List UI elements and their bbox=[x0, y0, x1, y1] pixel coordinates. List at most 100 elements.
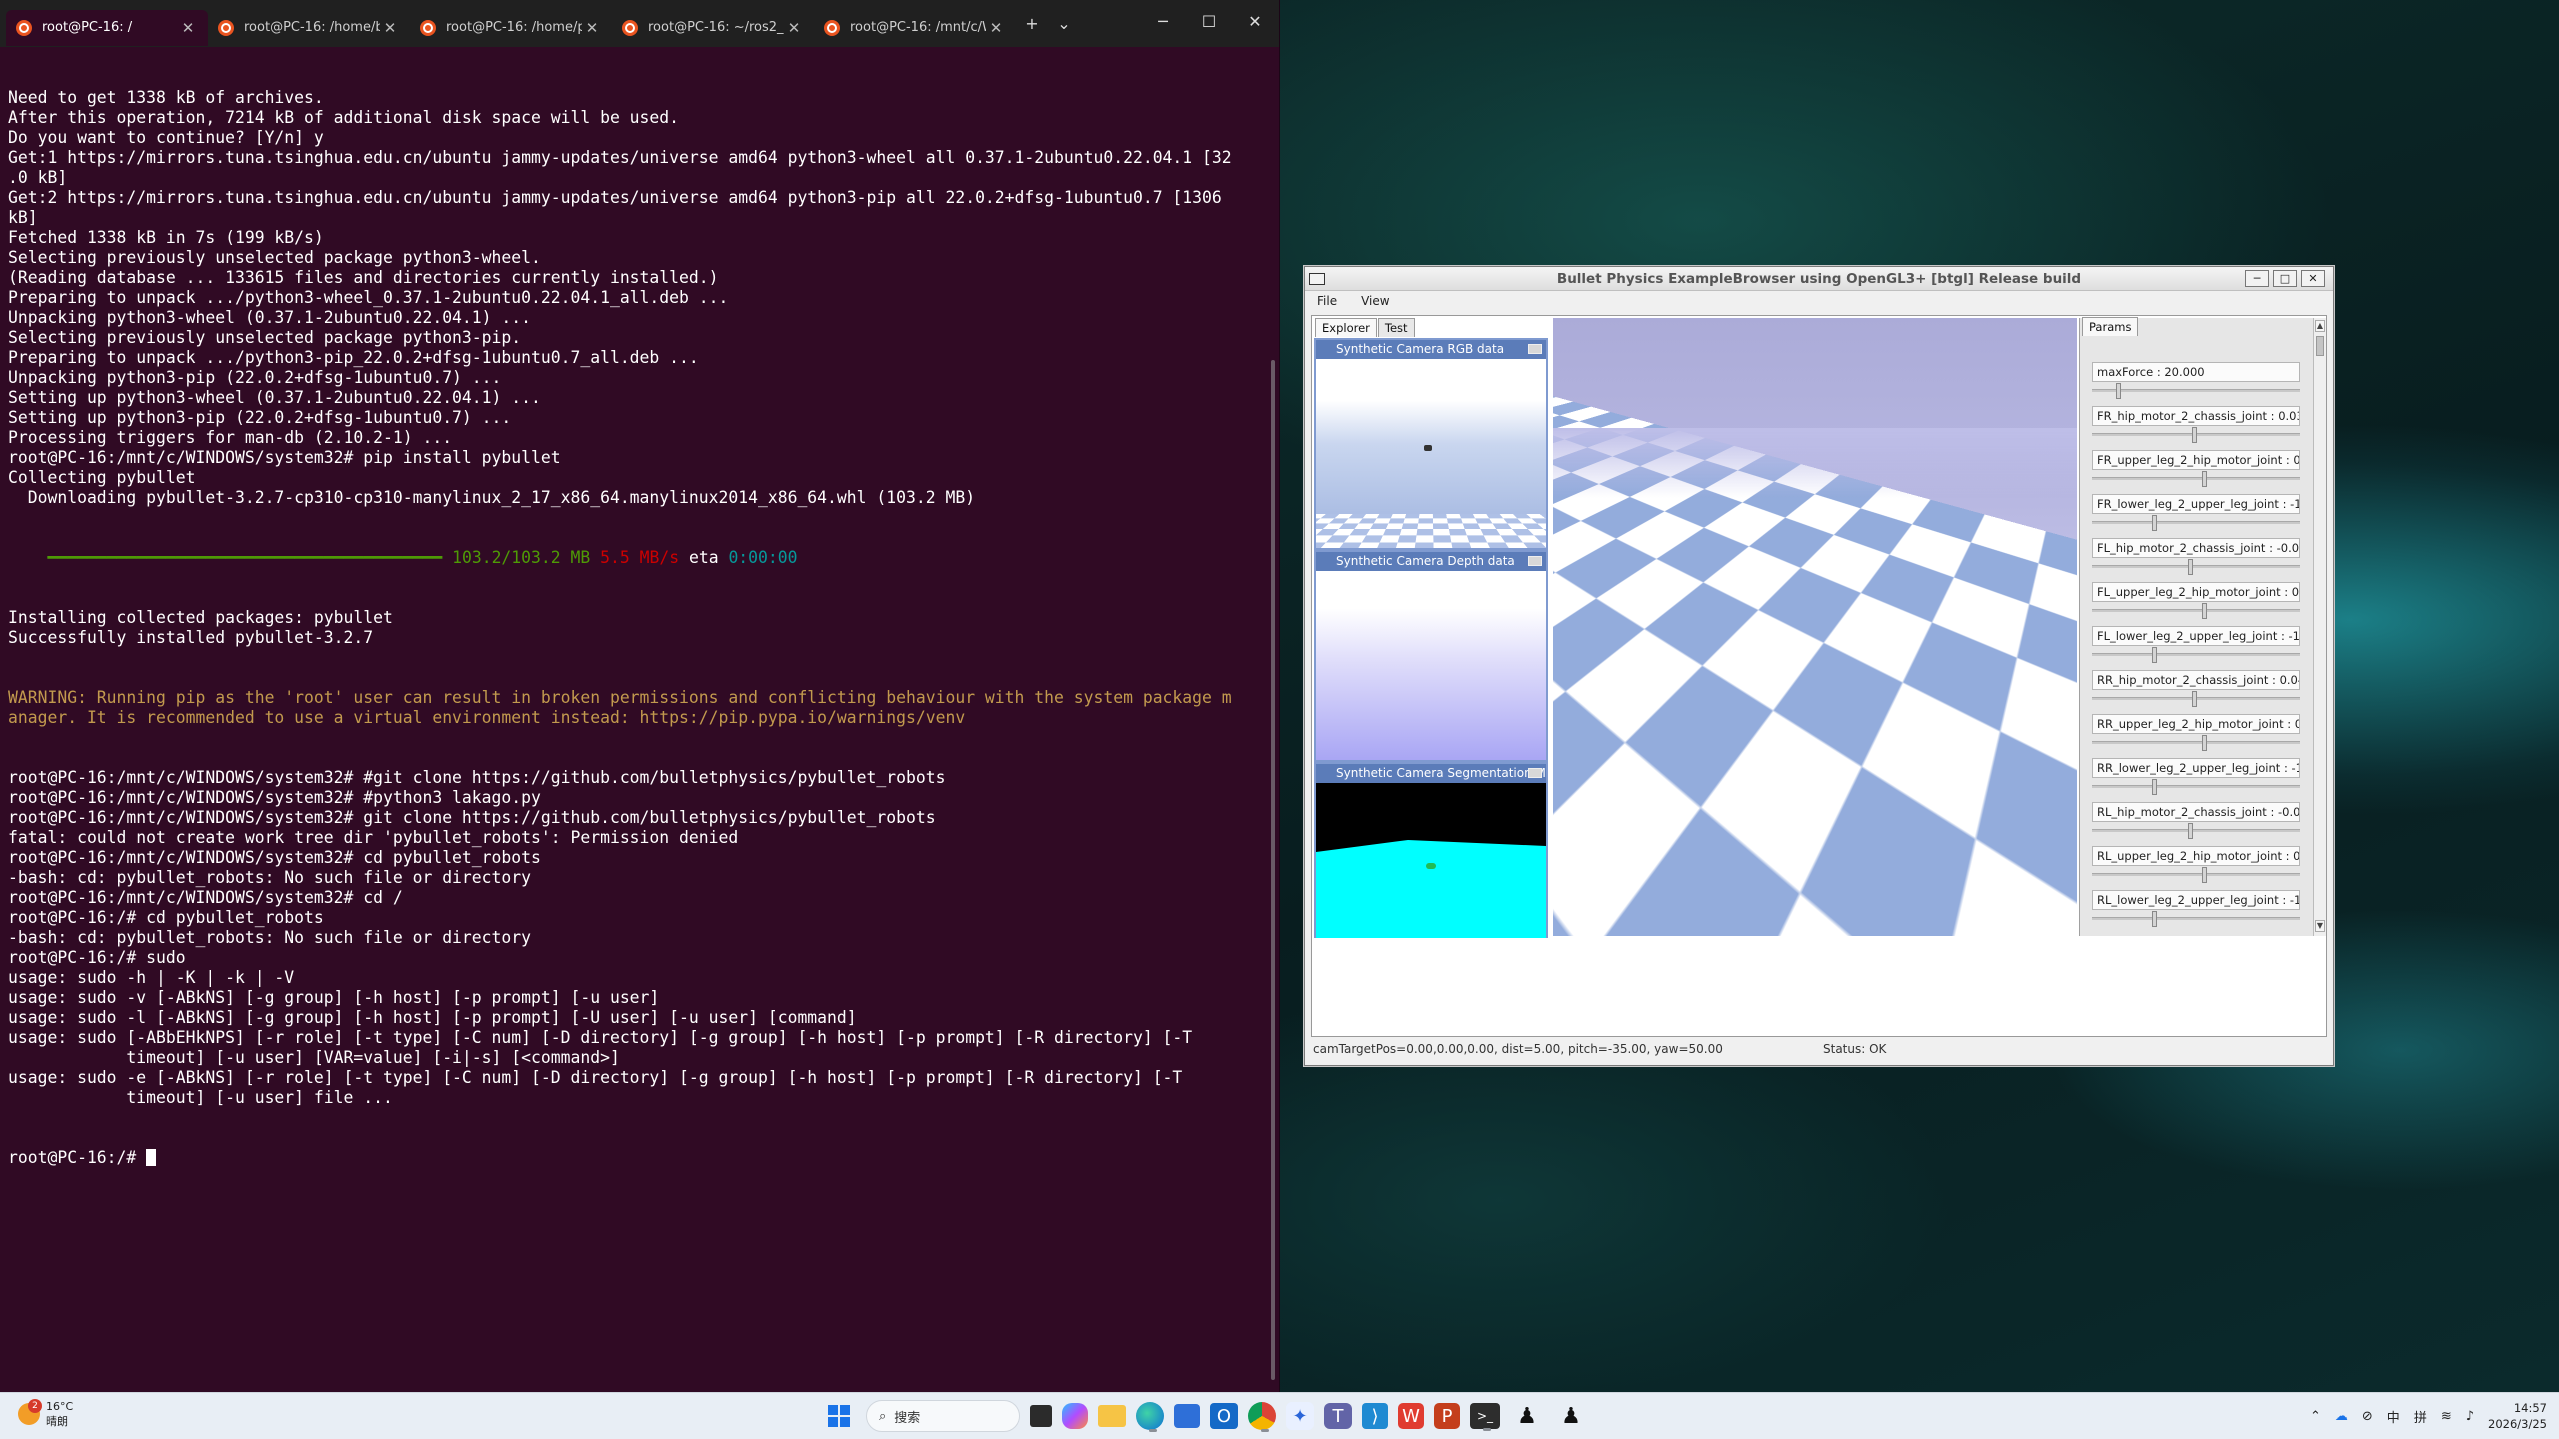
param-slider[interactable] bbox=[2092, 691, 2300, 707]
minimize-panel-icon[interactable] bbox=[1528, 768, 1542, 778]
bullet-titlebar[interactable]: Bullet Physics ExampleBrowser using Open… bbox=[1305, 267, 2333, 291]
gl-client-area[interactable]: Explorer Test Synthetic Camera RGB data … bbox=[1311, 315, 2327, 1037]
output-line: usage: sudo -e [-ABkNS] [-r role] [-t ty… bbox=[8, 1068, 1183, 1087]
slider-knob[interactable] bbox=[2152, 911, 2157, 927]
terminal-scrollbar[interactable] bbox=[1271, 360, 1275, 1380]
menu-file[interactable]: File bbox=[1317, 294, 1337, 308]
wifi-icon[interactable]: ≋ bbox=[2441, 1409, 2452, 1424]
chrome-icon[interactable] bbox=[1248, 1402, 1276, 1432]
minimize-button[interactable]: ─ bbox=[2245, 270, 2269, 287]
maximize-button[interactable]: ☐ bbox=[1186, 0, 1232, 42]
wps-icon[interactable]: W bbox=[1398, 1403, 1424, 1429]
slider-knob[interactable] bbox=[2188, 559, 2193, 575]
slider-knob[interactable] bbox=[2202, 603, 2207, 619]
camera-depth-panel[interactable]: Synthetic Camera Depth data bbox=[1314, 550, 1548, 762]
slider-knob[interactable] bbox=[2116, 383, 2121, 399]
terminal-tab[interactable]: root@PC-16: /home/bul ✕ bbox=[208, 10, 410, 46]
slider-knob[interactable] bbox=[2188, 823, 2193, 839]
outlook-icon[interactable]: O bbox=[1210, 1403, 1238, 1429]
close-tab-icon[interactable]: ✕ bbox=[986, 19, 1006, 37]
param-slider[interactable] bbox=[2092, 383, 2300, 399]
param-slider[interactable] bbox=[2092, 867, 2300, 883]
param-slider[interactable] bbox=[2092, 823, 2300, 839]
tab-dropdown-button[interactable]: ⌄ bbox=[1048, 14, 1080, 33]
param-slider[interactable] bbox=[2092, 559, 2300, 575]
ime-pinyin[interactable]: 拼 bbox=[2414, 1407, 2427, 1426]
3d-viewport[interactable] bbox=[1553, 318, 2077, 936]
param-slider[interactable] bbox=[2092, 603, 2300, 619]
param-slider[interactable] bbox=[2092, 427, 2300, 443]
params-scrollbar[interactable]: ▲ ▼ bbox=[2313, 318, 2326, 936]
weather-widget[interactable]: 2 16°C 晴朗 bbox=[18, 1399, 73, 1429]
app-icon[interactable]: ✦ bbox=[1286, 1402, 1314, 1430]
terminal-tab[interactable]: root@PC-16: / ✕ bbox=[6, 9, 208, 46]
ime-mode[interactable]: 中 bbox=[2387, 1407, 2400, 1426]
output-line: usage: sudo -v [-ABkNS] [-g group] [-h h… bbox=[8, 988, 660, 1007]
start-icon[interactable] bbox=[822, 1399, 856, 1433]
tab-explorer[interactable]: Explorer bbox=[1315, 318, 1377, 337]
param-slider[interactable] bbox=[2092, 647, 2300, 663]
param-slider[interactable] bbox=[2092, 779, 2300, 795]
taskbar-search[interactable]: ⌕ 搜索 bbox=[866, 1400, 1020, 1432]
slider-knob[interactable] bbox=[2202, 735, 2207, 751]
terminal-tab[interactable]: root@PC-16: /mnt/c/WI ✕ bbox=[814, 10, 1016, 46]
task-view-icon[interactable] bbox=[1030, 1405, 1052, 1427]
volume-icon[interactable]: ♪ bbox=[2466, 1409, 2474, 1424]
scroll-up-icon[interactable]: ▲ bbox=[2315, 320, 2325, 332]
slider-knob[interactable] bbox=[2152, 515, 2157, 531]
close-tab-icon[interactable]: ✕ bbox=[178, 19, 198, 37]
cloud-icon[interactable]: ☁ bbox=[2335, 1409, 2348, 1424]
tab-test[interactable]: Test bbox=[1377, 318, 1415, 337]
chevron-up-icon[interactable]: ⌃ bbox=[2310, 1409, 2321, 1424]
minimize-panel-icon[interactable] bbox=[1528, 344, 1542, 354]
prompt-line[interactable]: root@PC-16:/# bbox=[8, 1148, 1259, 1168]
params-panel[interactable]: Params maxForce : 20.000 FR_hip_motor_2_c… bbox=[2079, 317, 2326, 936]
terminal-tab[interactable]: root@PC-16: ~/ros2_ws ✕ bbox=[612, 10, 814, 46]
powerpoint-icon[interactable]: P bbox=[1434, 1403, 1460, 1429]
minimize-panel-icon[interactable] bbox=[1528, 556, 1542, 566]
close-button[interactable]: ✕ bbox=[2301, 270, 2325, 287]
close-tab-icon[interactable]: ✕ bbox=[380, 19, 400, 37]
slider-knob[interactable] bbox=[2152, 647, 2157, 663]
close-tab-icon[interactable]: ✕ bbox=[784, 19, 804, 37]
clock[interactable]: 14:57 2026/3/25 bbox=[2488, 1400, 2547, 1432]
vscode-icon[interactable]: ⟩ bbox=[1362, 1403, 1388, 1429]
output-block: Installing collected packages: pybullet S… bbox=[8, 608, 1259, 648]
notification-badge: 2 bbox=[28, 1399, 42, 1413]
slider-knob[interactable] bbox=[2202, 471, 2207, 487]
tab-params[interactable]: Params bbox=[2082, 317, 2139, 336]
param-slider[interactable] bbox=[2092, 515, 2300, 531]
output-line: Fetched 1338 kB in 7s (199 kB/s) bbox=[8, 228, 324, 247]
scroll-down-icon[interactable]: ▼ bbox=[2315, 920, 2325, 932]
file-explorer-icon[interactable] bbox=[1098, 1405, 1126, 1427]
slider-knob[interactable] bbox=[2202, 867, 2207, 883]
param-slider[interactable] bbox=[2092, 735, 2300, 751]
slider-knob[interactable] bbox=[2192, 427, 2197, 443]
new-tab-button[interactable]: + bbox=[1016, 14, 1048, 33]
slider-knob[interactable] bbox=[2192, 691, 2197, 707]
store-icon[interactable] bbox=[1174, 1404, 1200, 1428]
terminal-output[interactable]: Need to get 1338 kB of archives. After th… bbox=[8, 48, 1259, 1352]
menu-view[interactable]: View bbox=[1361, 294, 1389, 308]
teams-icon[interactable]: T bbox=[1324, 1403, 1352, 1429]
network-off-icon[interactable]: ⊘ bbox=[2362, 1409, 2373, 1424]
slider-knob[interactable] bbox=[2152, 779, 2157, 795]
close-tab-icon[interactable]: ✕ bbox=[582, 19, 602, 37]
qq-icon-2[interactable]: ♟ bbox=[1554, 1399, 1588, 1433]
bullet-physics-window[interactable]: Bullet Physics ExampleBrowser using Open… bbox=[1304, 266, 2334, 1066]
param-slider[interactable] bbox=[2092, 911, 2300, 927]
param-slider[interactable] bbox=[2092, 471, 2300, 487]
close-button[interactable]: ✕ bbox=[1232, 0, 1278, 42]
camera-rgb-panel[interactable]: Synthetic Camera RGB data bbox=[1314, 338, 1548, 550]
maximize-button[interactable]: □ bbox=[2273, 270, 2297, 287]
param-row: FL_upper_leg_2_hip_motor_joint : 0. bbox=[2092, 582, 2306, 626]
ubuntu-icon bbox=[420, 19, 436, 36]
scroll-thumb[interactable] bbox=[2316, 336, 2324, 356]
minimize-button[interactable]: ─ bbox=[1140, 0, 1186, 42]
qq-icon[interactable]: ♟ bbox=[1510, 1399, 1544, 1433]
terminal-window[interactable]: root@PC-16: / ✕ root@PC-16: /home/bul ✕ … bbox=[0, 0, 1280, 1392]
copilot-icon[interactable] bbox=[1062, 1403, 1088, 1429]
terminal-tab[interactable]: root@PC-16: /home/pyt ✕ bbox=[410, 10, 612, 46]
terminal-icon[interactable]: >_ bbox=[1470, 1403, 1500, 1431]
edge-icon[interactable] bbox=[1136, 1402, 1164, 1432]
